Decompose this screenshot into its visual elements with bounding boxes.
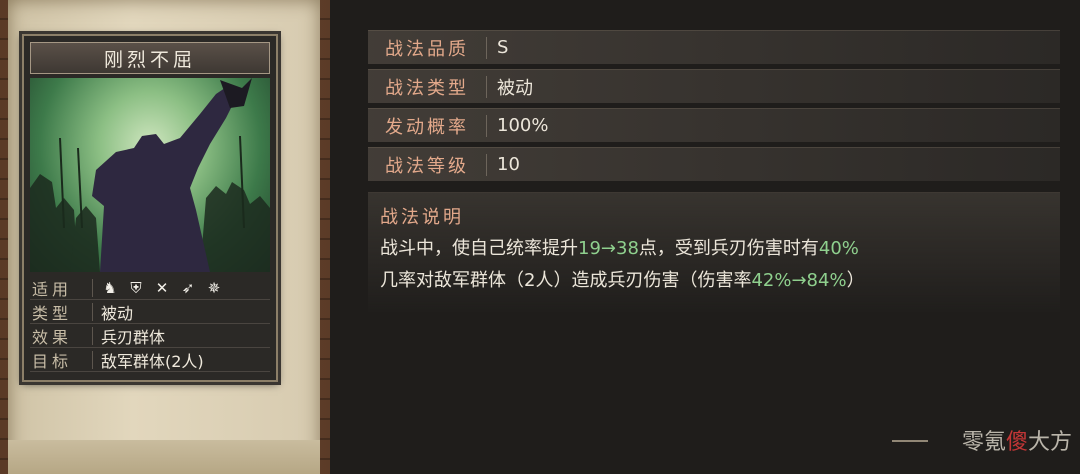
watermark-highlight: 傻 bbox=[1005, 430, 1028, 455]
attr-value: 兵刃群体 bbox=[101, 327, 166, 347]
attr-key: 目标 bbox=[32, 351, 73, 371]
watermark-line bbox=[892, 440, 928, 442]
description-highlight: 42%→84% bbox=[751, 270, 847, 291]
detail-key: 战法等级 bbox=[385, 155, 469, 177]
skill-card[interactable]: 刚烈不屈 适用 ♞ ⛨ ✕ ➶ ✵ 类型 被动 效果 兵刃群体 目标 敌军群体(… bbox=[22, 34, 278, 382]
watermark-text: 零氪傻大方 bbox=[962, 424, 1072, 456]
spear-icon[interactable]: ➶ bbox=[179, 279, 197, 297]
description-highlight: 19→38 bbox=[578, 238, 639, 259]
detail-row-level: 战法等级 10 bbox=[368, 147, 1060, 181]
attr-row-type: 类型 被动 bbox=[30, 300, 270, 324]
description-highlight: 40% bbox=[818, 238, 859, 259]
description-part: 几率对敌军群体（2人）造成兵刃伤害（伤害率 bbox=[380, 270, 752, 291]
description-text: 战斗中，使自己统率提升19→38点，受到兵刃伤害时有40% 几率对敌军群体（2人… bbox=[380, 233, 1050, 297]
detail-key: 战法品质 bbox=[385, 38, 469, 60]
attr-key: 类型 bbox=[32, 303, 73, 323]
attr-value: 被动 bbox=[101, 303, 134, 323]
divider bbox=[92, 326, 93, 345]
attr-row-applicable: 适用 ♞ ⛨ ✕ ➶ ✵ bbox=[30, 276, 270, 300]
divider bbox=[92, 278, 93, 297]
divider bbox=[486, 36, 487, 59]
attr-row-target: 目标 敌军群体(2人) bbox=[30, 348, 270, 372]
detail-key: 战法类型 bbox=[385, 77, 469, 99]
detail-row-quality: 战法品质 S bbox=[368, 30, 1060, 64]
skill-artwork bbox=[30, 78, 270, 272]
bow-icon[interactable]: ✕ bbox=[153, 279, 171, 297]
watermark-part: 零氪 bbox=[961, 430, 1006, 455]
attr-key: 适用 bbox=[32, 279, 73, 299]
shield-icon[interactable]: ⛨ bbox=[127, 279, 145, 297]
skill-detail-panel: 战法品质 S 战法类型 被动 发动概率 100% 战法等级 10 bbox=[368, 28, 1060, 188]
detail-value: 10 bbox=[497, 154, 520, 175]
divider bbox=[92, 350, 93, 369]
description-title: 战法说明 bbox=[380, 207, 464, 228]
cavalry-icon[interactable]: ♞ bbox=[101, 279, 119, 297]
description-part: 战斗中，使自己统率提升 bbox=[380, 238, 578, 259]
detail-value: S bbox=[497, 37, 509, 58]
detail-row-type: 战法类型 被动 bbox=[368, 69, 1060, 103]
watermark-part: 大方 bbox=[1027, 430, 1072, 455]
description-part: 点，受到兵刃伤害时有 bbox=[638, 238, 819, 259]
divider bbox=[92, 302, 93, 321]
attr-key: 效果 bbox=[32, 327, 73, 347]
attr-row-effect: 效果 兵刃群体 bbox=[30, 324, 270, 348]
watermark: 零氪傻大方 bbox=[892, 420, 1072, 460]
detail-key: 发动概率 bbox=[385, 116, 469, 138]
divider bbox=[486, 75, 487, 98]
detail-value: 100% bbox=[497, 115, 549, 136]
divider bbox=[486, 114, 487, 137]
detail-value: 被动 bbox=[497, 77, 533, 99]
skill-attributes: 适用 ♞ ⛨ ✕ ➶ ✵ 类型 被动 效果 兵刃群体 目标 敌军群体(2人) bbox=[30, 276, 270, 372]
troop-type-icons: ♞ ⛨ ✕ ➶ ✵ bbox=[101, 279, 223, 297]
warrior-silhouette-art bbox=[30, 78, 270, 272]
scroll-bottom bbox=[8, 440, 320, 474]
divider bbox=[486, 153, 487, 176]
description-part: ） bbox=[846, 270, 865, 291]
wheel-icon[interactable]: ✵ bbox=[205, 279, 223, 297]
skill-description: 战法说明 战斗中，使自己统率提升19→38点，受到兵刃伤害时有40% 几率对敌军… bbox=[368, 192, 1060, 312]
skill-name: 刚烈不屈 bbox=[30, 42, 270, 74]
attr-value: 敌军群体(2人) bbox=[101, 351, 204, 371]
detail-row-probability: 发动概率 100% bbox=[368, 108, 1060, 142]
